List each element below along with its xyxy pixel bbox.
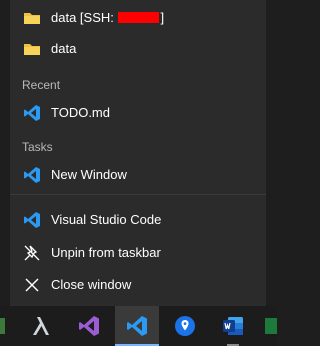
app-action-close-window[interactable]: Close window bbox=[10, 270, 266, 300]
section-header-recent: Recent bbox=[22, 78, 61, 92]
taskbar bbox=[0, 306, 277, 346]
pinned-item-label: data bbox=[51, 41, 77, 56]
lambda-app-icon bbox=[33, 317, 49, 335]
app-action-unpin[interactable]: Unpin from taskbar bbox=[10, 238, 266, 268]
word-icon bbox=[223, 317, 243, 335]
partial-app-icon-left bbox=[0, 318, 5, 334]
lambda-app-button[interactable] bbox=[19, 306, 63, 346]
recent-item-todo[interactable]: TODO.md bbox=[10, 98, 266, 128]
app-action-label: Close window bbox=[51, 277, 132, 292]
pinned-item-ssh-data[interactable]: data [SSH: ] bbox=[10, 3, 266, 33]
section-header-tasks: Tasks bbox=[22, 140, 53, 154]
visual-studio-icon bbox=[79, 316, 99, 336]
vscode-icon bbox=[23, 211, 41, 229]
vscode-icon bbox=[127, 316, 147, 336]
vscode-icon bbox=[23, 104, 41, 122]
visual-studio-button[interactable] bbox=[67, 306, 111, 346]
app-action-label: Unpin from taskbar bbox=[51, 245, 161, 260]
task-item-label: New Window bbox=[51, 167, 127, 182]
recent-item-label: TODO.md bbox=[51, 105, 110, 120]
close-icon bbox=[23, 276, 41, 294]
folder-icon bbox=[23, 40, 41, 58]
partial-app-icon-right bbox=[265, 318, 277, 334]
jump-list-menu: data [SSH: ] data Recent TODO.md Tasks N… bbox=[10, 0, 266, 306]
task-item-new-window[interactable]: New Window bbox=[10, 160, 266, 190]
app-action-label: Visual Studio Code bbox=[51, 212, 162, 227]
pinned-item-label: data [SSH: ] bbox=[51, 10, 165, 25]
app-action-open-vscode[interactable]: Visual Studio Code bbox=[10, 205, 266, 235]
vscode-icon bbox=[23, 166, 41, 184]
divider bbox=[10, 194, 266, 195]
redacted-block bbox=[118, 12, 160, 23]
unpin-icon bbox=[23, 244, 41, 262]
location-app-icon bbox=[175, 316, 195, 336]
pinned-item-data[interactable]: data bbox=[10, 34, 266, 64]
word-button[interactable] bbox=[211, 306, 255, 346]
folder-icon bbox=[23, 9, 41, 27]
location-app-button[interactable] bbox=[163, 306, 207, 346]
vscode-taskbar-button[interactable] bbox=[115, 306, 159, 346]
